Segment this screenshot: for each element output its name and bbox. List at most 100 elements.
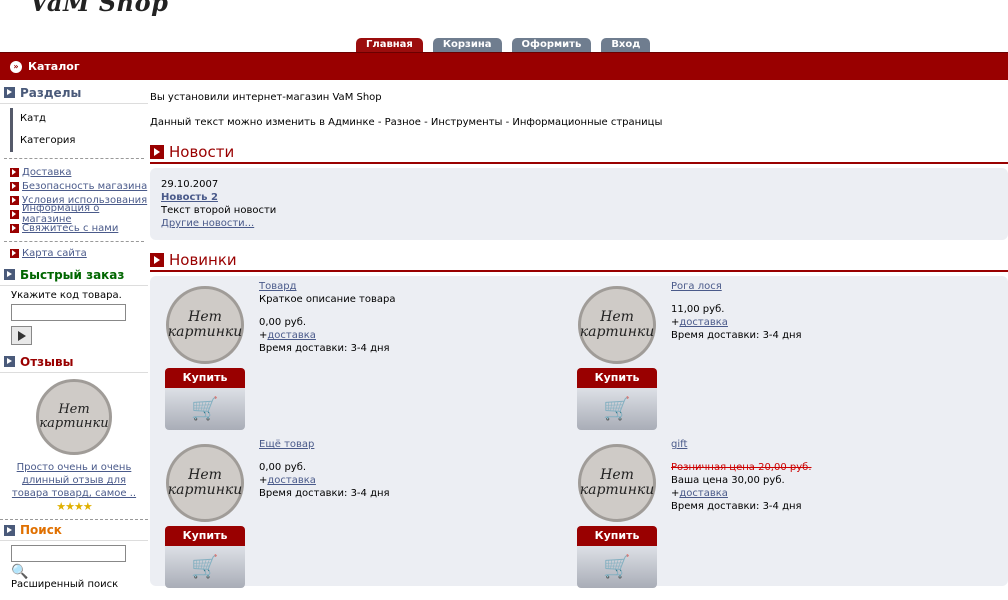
product-card: Нет картинки Купить 🛒 Ещё товар 0,00 руб… xyxy=(150,434,550,588)
rating-stars-icon: ★★★★ xyxy=(56,500,92,513)
sections-header: Разделы xyxy=(0,82,148,104)
buy-button[interactable]: Купить 🛒 xyxy=(577,526,657,588)
buy-label: Купить xyxy=(165,368,245,388)
main-content: Вы установили интернет-магазин VaM Shop … xyxy=(150,82,1008,588)
buy-label: Купить xyxy=(577,526,657,546)
info-link-about[interactable]: Информация о магазине xyxy=(10,203,148,225)
quick-order-title: Быстрый заказ xyxy=(20,267,125,282)
sitemap-block: Карта сайта xyxy=(0,242,148,260)
sidebar-item-category[interactable]: Категория xyxy=(10,130,148,152)
search-header: Поиск xyxy=(0,519,148,541)
no-picture-image: Нет картинки xyxy=(578,444,656,522)
review-link[interactable]: Просто очень и очень длинный отзыв для т… xyxy=(12,462,136,499)
quick-order-header: Быстрый заказ xyxy=(0,264,148,286)
reviews-title: Отзывы xyxy=(20,354,74,369)
info-link-sitemap[interactable]: Карта сайта xyxy=(10,246,148,260)
advanced-search-link[interactable]: Расширенный поиск xyxy=(11,579,148,590)
new-products-title: Новинки xyxy=(169,251,237,269)
arrow-box-icon xyxy=(150,145,164,159)
delivery-link[interactable]: доставка xyxy=(679,488,728,499)
shop-logo[interactable]: VaM Shop xyxy=(30,0,168,17)
news-header: Новости xyxy=(150,142,1008,164)
delivery-link[interactable]: доставка xyxy=(267,475,316,486)
quick-order-label: Укажите код товара. xyxy=(11,290,122,301)
product-info: Рога лося 11,00 руб. +доставка Время дос… xyxy=(671,280,802,342)
product-card: Нет картинки Купить 🛒 gift Розничная цен… xyxy=(562,434,962,588)
search-input[interactable] xyxy=(11,545,126,562)
search-icon[interactable]: 🔍 xyxy=(11,565,148,579)
top-tabs: Главная Корзина Оформить Вход xyxy=(356,38,651,52)
intro-line-2: Данный текст можно изменить в Админке - … xyxy=(150,117,663,128)
delivery-time: Время доставки: 3-4 дня xyxy=(671,501,802,512)
security-link[interactable]: Безопасность магазина xyxy=(22,181,147,192)
product-card: Нет картинки Купить 🛒 Рога лося 11,00 ру… xyxy=(562,276,962,430)
product-price: 0,00 руб. xyxy=(259,462,307,473)
delivery-row: +доставка xyxy=(671,317,728,328)
sections-title: Разделы xyxy=(20,85,82,100)
product-image[interactable]: Нет картинки xyxy=(578,286,656,364)
news-date: 29.10.2007 xyxy=(161,179,219,190)
news-headline-link[interactable]: Новость 2 xyxy=(161,192,218,203)
delivery-time: Время доставки: 3-4 дня xyxy=(259,488,390,499)
product-info: Ещё товар 0,00 руб. +доставка Время дост… xyxy=(259,438,390,500)
catalog-link[interactable]: » Каталог xyxy=(10,60,80,73)
buy-label: Купить xyxy=(577,368,657,388)
arrow-box-icon xyxy=(10,195,19,205)
quick-order-submit-button[interactable] xyxy=(11,326,32,345)
delivery-time: Время доставки: 3-4 дня xyxy=(259,343,390,354)
arrow-box-icon xyxy=(10,209,19,219)
arrow-box-icon xyxy=(10,181,19,191)
new-products-panel: Нет картинки Купить 🛒 Товард Краткое опи… xyxy=(150,276,1008,588)
buy-label: Купить xyxy=(165,526,245,546)
product-name-link[interactable]: Ещё товар xyxy=(259,439,314,450)
delivery-link[interactable]: доставка xyxy=(679,317,728,328)
arrow-box-icon xyxy=(10,248,19,258)
news-panel: 29.10.2007 Новость 2 Текст второй новост… xyxy=(150,168,1008,240)
more-news-link[interactable]: Другие новости... xyxy=(161,218,254,229)
double-arrow-icon: » xyxy=(10,60,22,73)
top-bar: » Каталог xyxy=(0,52,1008,80)
delivery-link[interactable]: Доставка xyxy=(22,167,71,178)
product-code-input[interactable] xyxy=(11,304,126,321)
product-name-link[interactable]: gift xyxy=(671,439,687,450)
product-image[interactable]: Нет картинки xyxy=(166,444,244,522)
intro-line-1: Вы установили интернет-магазин VaM Shop xyxy=(150,92,382,103)
arrow-box-icon xyxy=(150,253,164,267)
review-image[interactable]: Нет картинки xyxy=(36,379,148,455)
buy-button[interactable]: Купить 🛒 xyxy=(577,368,657,430)
contact-link[interactable]: Свяжитесь с нами xyxy=(22,223,118,234)
catalog-label: Каталог xyxy=(28,60,80,73)
product-image[interactable]: Нет картинки xyxy=(578,444,656,522)
delivery-link[interactable]: доставка xyxy=(267,330,316,341)
cart-icon: 🛒 xyxy=(577,388,657,430)
new-products-header: Новинки xyxy=(150,250,1008,272)
product-info: gift Розничная цена 20,00 руб. Ваша цена… xyxy=(671,438,812,513)
tab-checkout[interactable]: Оформить xyxy=(511,38,592,52)
delivery-row: +доставка xyxy=(259,330,316,341)
product-card: Нет картинки Купить 🛒 Товард Краткое опи… xyxy=(150,276,550,430)
sitemap-link[interactable]: Карта сайта xyxy=(22,248,87,259)
product-name-link[interactable]: Товард xyxy=(259,281,297,292)
arrow-box-icon xyxy=(10,223,19,233)
product-image[interactable]: Нет картинки xyxy=(166,286,244,364)
no-picture-image: Нет картинки xyxy=(578,286,656,364)
buy-button[interactable]: Купить 🛒 xyxy=(165,368,245,430)
buy-button[interactable]: Купить 🛒 xyxy=(165,526,245,588)
no-picture-image: Нет картинки xyxy=(36,379,112,455)
sidebar-item-katd[interactable]: Катд xyxy=(10,108,148,130)
tab-cart[interactable]: Корзина xyxy=(432,38,502,52)
intro-text: Вы установили интернет-магазин VaM Shop … xyxy=(150,82,1008,128)
product-description: Краткое описание товара xyxy=(259,294,396,305)
product-name-link[interactable]: Рога лося xyxy=(671,281,722,292)
tab-home[interactable]: Главная xyxy=(356,38,423,52)
no-picture-image: Нет картинки xyxy=(166,444,244,522)
reviews-header: Отзывы xyxy=(0,351,148,373)
arrow-box-icon xyxy=(4,87,15,98)
delivery-row: +доставка xyxy=(259,475,316,486)
info-link-delivery[interactable]: Доставка xyxy=(10,165,148,179)
info-link-security[interactable]: Безопасность магазина xyxy=(10,179,148,193)
product-price: Ваша цена 30,00 руб. xyxy=(671,475,785,486)
tab-login[interactable]: Вход xyxy=(601,38,651,52)
product-info: Товард Краткое описание товара 0,00 руб.… xyxy=(259,280,395,355)
review-text[interactable]: Просто очень и очень длинный отзыв для т… xyxy=(0,455,148,500)
